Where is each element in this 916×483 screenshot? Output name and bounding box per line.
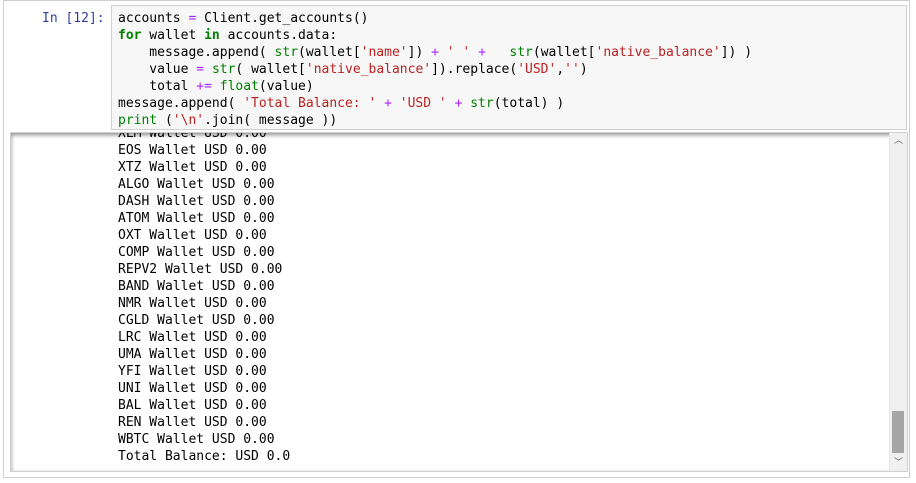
- code-token: 'USD ': [399, 96, 447, 111]
- output-line: NMR Wallet USD 0.00: [118, 296, 267, 311]
- output-line: BAND Wallet USD 0.00: [118, 279, 275, 294]
- output-scrollbar[interactable]: ︿ ﹀: [889, 133, 907, 471]
- code-token: accounts: [118, 11, 189, 26]
- code-token: in: [204, 28, 220, 43]
- output-line: COMP Wallet USD 0.00: [118, 245, 275, 260]
- chevron-down-icon[interactable]: ﹀: [890, 455, 907, 471]
- code-token: .join( message )): [204, 113, 338, 128]
- output-line: UNI Wallet USD 0.00: [118, 381, 267, 396]
- code-token: str: [509, 45, 533, 60]
- code-token: (total) ): [493, 96, 565, 111]
- output-line: ATOM Wallet USD 0.00: [118, 211, 275, 226]
- output-line: ALGO Wallet USD 0.00: [118, 177, 275, 192]
- output-line: YFI Wallet USD 0.00: [118, 364, 267, 379]
- code-token: (value): [258, 79, 314, 94]
- input-prompt: In [12]:: [42, 11, 105, 26]
- code-token: 'USD': [517, 62, 557, 77]
- code-token: ,: [556, 62, 565, 77]
- code-line[interactable]: print ('\n'.join( message )): [118, 112, 752, 129]
- output-line: XLM Wallet USD 0.00: [118, 132, 267, 141]
- chevron-up-icon[interactable]: ︿: [890, 133, 907, 149]
- notebook-code-cell[interactable]: In [12]: accounts = Client.get_accounts(…: [3, 0, 910, 478]
- code-token: +: [478, 45, 486, 60]
- output-line: DASH Wallet USD 0.00: [118, 194, 275, 209]
- code-line[interactable]: accounts = Client.get_accounts(): [118, 10, 752, 27]
- code-line[interactable]: value = str( wallet['native_balance']).r…: [118, 61, 752, 78]
- code-token: print: [118, 113, 158, 128]
- output-line: WBTC Wallet USD 0.00: [118, 432, 275, 447]
- code-token: ]): [407, 45, 432, 60]
- code-line[interactable]: total += float(value): [118, 78, 752, 95]
- code-token: (: [157, 113, 173, 128]
- output-line: XTZ Wallet USD 0.00: [118, 160, 267, 175]
- code-token: for: [118, 28, 142, 43]
- code-line[interactable]: message.append( 'Total Balance: ' + 'USD…: [118, 95, 752, 112]
- code-editor[interactable]: accounts = Client.get_accounts() for wall…: [111, 5, 907, 130]
- code-token: (wallet[: [532, 45, 596, 60]
- code-token: +: [431, 45, 439, 60]
- code-token: float: [219, 79, 259, 94]
- code-token: '\n': [172, 113, 205, 128]
- code-token: +=: [196, 79, 212, 94]
- output-text: XLM Wallet USD 0.00 EOS Wallet USD 0.00 XT…: [118, 132, 291, 465]
- code-token: =: [196, 62, 205, 77]
- code-token: message.append(: [118, 96, 244, 111]
- code-token: str: [470, 96, 494, 111]
- code-line[interactable]: message.append( str(wallet['name']) + ' …: [118, 44, 752, 61]
- code-token: (wallet[: [298, 45, 361, 60]
- code-token: str: [274, 45, 299, 60]
- code-token: wallet: [141, 28, 205, 43]
- output-line: UMA Wallet USD 0.00: [118, 347, 267, 362]
- code-token: 'native_balance': [595, 45, 721, 60]
- output-line: OXT Wallet USD 0.00: [118, 228, 267, 243]
- code-token: message.append(: [118, 45, 275, 60]
- output-line: BAL Wallet USD 0.00: [118, 398, 267, 413]
- output-line: REPV2 Wallet USD 0.00: [118, 262, 283, 277]
- code-token: accounts.data:: [219, 28, 338, 43]
- scrollbar-thumb[interactable]: [892, 411, 904, 453]
- code-token: +: [384, 96, 392, 111]
- output-line: REN Wallet USD 0.00: [118, 415, 267, 430]
- code-line[interactable]: for wallet in accounts.data:: [118, 27, 752, 44]
- code-token: ): [579, 62, 588, 77]
- code-token: total: [118, 79, 197, 94]
- output-line: EOS Wallet USD 0.00: [118, 143, 267, 158]
- code-token: value: [118, 62, 197, 77]
- code-token: ' ': [446, 45, 471, 60]
- code-token: ]).replace(: [431, 62, 518, 77]
- code-token: '': [564, 62, 580, 77]
- code-token: ]) ): [720, 45, 753, 60]
- code-token: 'name': [360, 45, 408, 60]
- output-line: Total Balance: USD 0.0: [118, 449, 291, 464]
- code-token: Client.get_accounts(): [196, 11, 369, 26]
- output-area: XLM Wallet USD 0.00 EOS Wallet USD 0.00 XT…: [10, 132, 908, 472]
- code-token: ( wallet[: [235, 62, 306, 77]
- code-token: str: [211, 62, 236, 77]
- output-line: CGLD Wallet USD 0.00: [118, 313, 275, 328]
- code-token: 'native_balance': [305, 62, 432, 77]
- code-token: 'Total Balance: ': [243, 96, 377, 111]
- code-text[interactable]: accounts = Client.get_accounts() for wall…: [118, 10, 752, 129]
- output-line: LRC Wallet USD 0.00: [118, 330, 267, 345]
